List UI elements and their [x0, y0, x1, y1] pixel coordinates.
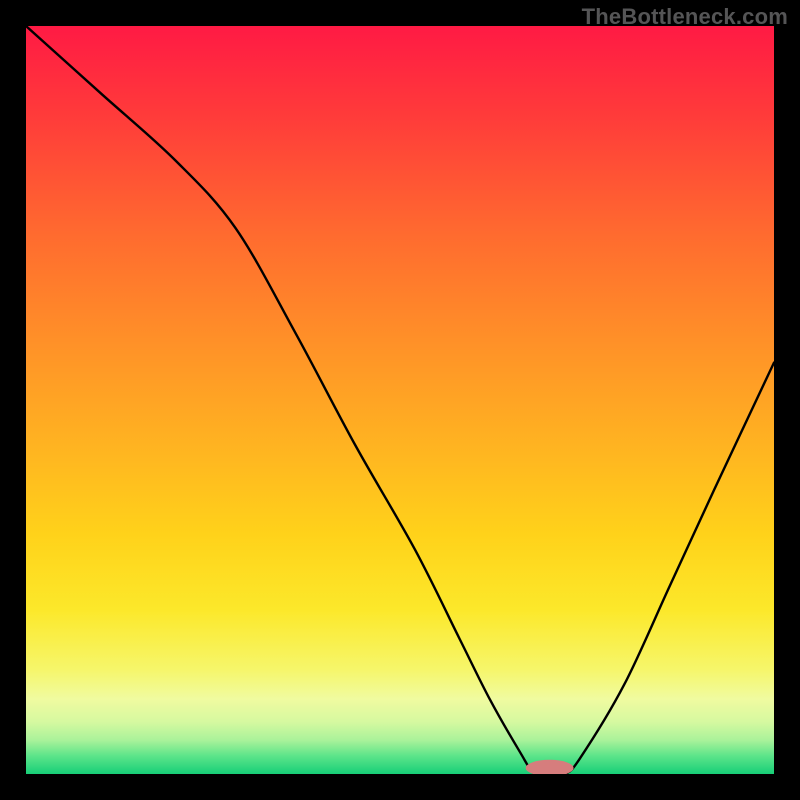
chart-frame: TheBottleneck.com — [0, 0, 800, 800]
bottleneck-chart — [26, 26, 774, 774]
attribution-label: TheBottleneck.com — [582, 4, 788, 30]
plot-area — [26, 26, 774, 774]
gradient-background — [26, 26, 774, 774]
